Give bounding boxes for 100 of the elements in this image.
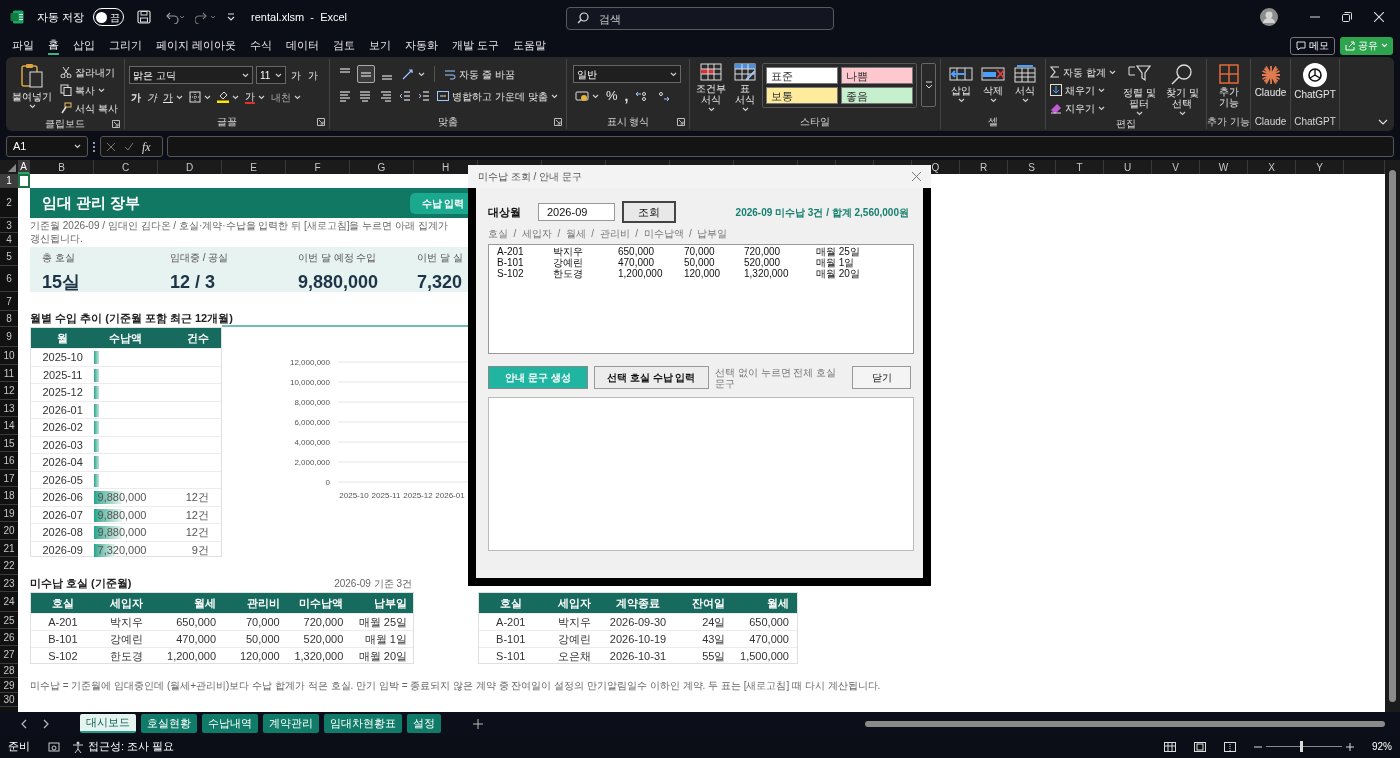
comma-button[interactable]: , bbox=[622, 87, 631, 105]
cell-style[interactable]: 좋음 bbox=[841, 87, 913, 104]
row-header[interactable]: 12 bbox=[0, 382, 18, 400]
cell-style[interactable]: 나쁨 bbox=[841, 67, 913, 84]
row-header[interactable]: 23 bbox=[0, 575, 18, 592]
merge-center-button[interactable]: 병합하고 가운데 맞춤 bbox=[435, 87, 560, 105]
bold-button[interactable]: 가 bbox=[129, 88, 143, 106]
menu-tab[interactable]: 수식 bbox=[250, 36, 273, 55]
underline-button[interactable]: 가 bbox=[161, 88, 185, 106]
font-size-dropdown[interactable]: 11 bbox=[256, 66, 286, 84]
grow-font-button[interactable]: 가 bbox=[289, 66, 303, 84]
clear-button[interactable]: 지우기 bbox=[1048, 99, 1118, 117]
column-header[interactable]: S bbox=[1008, 160, 1056, 174]
format-cells-button[interactable]: 서식 bbox=[1011, 65, 1039, 103]
memo-button[interactable]: 메모 bbox=[1290, 36, 1335, 55]
macro-icon[interactable] bbox=[48, 740, 60, 753]
column-header[interactable]: E bbox=[222, 160, 286, 174]
row-header[interactable]: 16 bbox=[0, 452, 18, 470]
menu-tab[interactable]: 도움말 bbox=[513, 36, 547, 55]
avatar-icon[interactable] bbox=[1260, 8, 1278, 26]
redo-icon[interactable] bbox=[195, 10, 218, 24]
column-header[interactable]: U bbox=[1104, 160, 1152, 174]
column-header[interactable]: R bbox=[960, 160, 1008, 174]
row-header[interactable]: 26 bbox=[0, 629, 18, 646]
zoom-slider-thumb[interactable] bbox=[1300, 741, 1304, 752]
row-header[interactable]: 19 bbox=[0, 505, 18, 522]
number-format-dropdown[interactable]: 일반 bbox=[573, 65, 681, 83]
cell-style[interactable]: 보통 bbox=[766, 87, 838, 104]
row-header[interactable]: 10 bbox=[0, 347, 18, 365]
row-header[interactable]: 3 bbox=[0, 218, 18, 233]
fill-button[interactable]: 채우기 bbox=[1048, 81, 1118, 99]
format-as-table-button[interactable]: 표 서식 bbox=[732, 63, 758, 112]
launcher-icon[interactable] bbox=[554, 118, 562, 126]
claude-button[interactable]: Claude bbox=[1251, 65, 1290, 98]
menu-tab[interactable]: 보기 bbox=[369, 36, 392, 55]
row-header[interactable]: 25 bbox=[0, 612, 18, 629]
paste-button[interactable]: 붙여넣기 bbox=[12, 63, 52, 117]
menu-tab[interactable]: 개발 도구 bbox=[452, 36, 500, 55]
row-header[interactable]: 30 bbox=[0, 693, 18, 707]
phonetic-button[interactable]: 내천 bbox=[269, 88, 303, 106]
list-item[interactable]: S-102 한도경 1,200,000 120,000 1,320,000 매월 20일 bbox=[497, 268, 913, 279]
row-header[interactable]: 21 bbox=[0, 540, 18, 557]
cell-style[interactable]: 표준 bbox=[766, 67, 838, 84]
query-button[interactable]: 조회 bbox=[622, 201, 676, 223]
check-icon[interactable] bbox=[124, 141, 134, 152]
menu-tab[interactable]: 홈 bbox=[48, 36, 59, 55]
pay-entry-button[interactable]: 선택 호실 수납 입력 bbox=[593, 366, 709, 389]
row-header[interactable]: 24 bbox=[0, 592, 18, 612]
row-header[interactable]: 18 bbox=[0, 487, 18, 505]
row-header[interactable]: 13 bbox=[0, 400, 18, 417]
sheet-tab[interactable]: 임대차현황표 bbox=[324, 714, 402, 733]
percent-button[interactable]: % bbox=[604, 87, 620, 105]
copy-button[interactable]: 복사 bbox=[58, 81, 120, 99]
row-header[interactable]: 17 bbox=[0, 470, 18, 487]
menu-tab[interactable]: 삽입 bbox=[73, 36, 95, 55]
column-header[interactable]: D bbox=[158, 160, 222, 174]
vertical-scrollbar[interactable] bbox=[1385, 160, 1400, 712]
format-painter-button[interactable]: 서식 복사 bbox=[58, 99, 120, 117]
list-item[interactable]: A-201 박지우 650,000 70,000 720,000 매월 25일 bbox=[497, 246, 913, 257]
column-header[interactable]: G bbox=[350, 160, 414, 174]
row-header[interactable]: 8 bbox=[0, 311, 18, 327]
column-header[interactable]: C bbox=[94, 160, 158, 174]
row-header[interactable]: 7 bbox=[0, 292, 18, 311]
shrink-font-button[interactable]: 가 bbox=[306, 66, 320, 84]
borders-button[interactable] bbox=[187, 88, 213, 106]
row-header[interactable]: 28 bbox=[0, 664, 18, 678]
page-break-icon[interactable] bbox=[1224, 741, 1236, 752]
gallery-more-button[interactable] bbox=[921, 63, 936, 107]
collapse-icon[interactable] bbox=[1378, 119, 1388, 125]
row-header[interactable]: 6 bbox=[0, 266, 18, 292]
row-header[interactable]: 4 bbox=[0, 233, 18, 247]
column-header[interactable]: X bbox=[1248, 160, 1296, 174]
column-header[interactable]: V bbox=[1152, 160, 1200, 174]
conditional-format-button[interactable]: 조건부 서식 bbox=[694, 63, 728, 112]
zoom-level[interactable]: 92% bbox=[1372, 739, 1392, 754]
menu-tab[interactable]: 파일 bbox=[12, 36, 34, 55]
chatgpt-button[interactable]: ChatGPT bbox=[1292, 63, 1338, 100]
search-field[interactable]: 검색 bbox=[566, 7, 834, 30]
column-header[interactable]: A bbox=[18, 160, 30, 174]
formula-field[interactable] bbox=[167, 136, 1394, 157]
page-layout-icon[interactable] bbox=[1194, 741, 1206, 752]
row-header[interactable]: 20 bbox=[0, 522, 18, 540]
column-header[interactable]: W bbox=[1200, 160, 1248, 174]
list-item[interactable]: B-101 강예린 470,000 50,000 520,000 매월 1일 bbox=[497, 257, 913, 268]
menu-tab[interactable]: 검토 bbox=[333, 36, 356, 55]
column-header[interactable]: B bbox=[30, 160, 94, 174]
italic-button[interactable]: 가 bbox=[145, 88, 159, 106]
row-header[interactable]: 9 bbox=[0, 327, 18, 347]
sheet-tab[interactable]: 설정 bbox=[407, 714, 441, 733]
column-header[interactable]: Y bbox=[1296, 160, 1344, 174]
row-header[interactable]: 27 bbox=[0, 646, 18, 664]
menu-tab[interactable]: 페이지 레이아웃 bbox=[156, 36, 237, 55]
menu-tab[interactable]: 그리기 bbox=[109, 36, 142, 55]
sheet-tab[interactable]: 호실현황 bbox=[141, 714, 197, 733]
delete-cells-button[interactable]: 삭제 bbox=[979, 65, 1007, 103]
customize-icon[interactable] bbox=[226, 12, 237, 22]
menu-tab[interactable]: 데이터 bbox=[286, 36, 320, 55]
autosum-button[interactable]: 자동 합계 bbox=[1048, 63, 1118, 81]
row-header[interactable]: 15 bbox=[0, 435, 18, 452]
row-header[interactable]: 5 bbox=[0, 247, 18, 266]
